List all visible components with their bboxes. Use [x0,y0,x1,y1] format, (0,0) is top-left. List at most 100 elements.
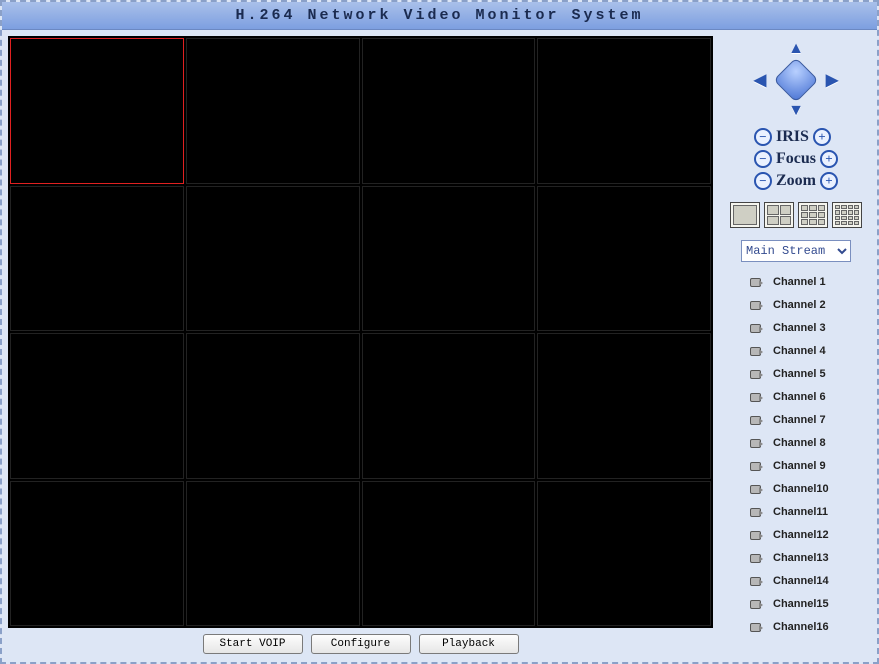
camera-icon [749,275,763,289]
camera-icon [749,344,763,358]
channel-label: Channel16 [773,621,829,633]
zoom-control: −Zoom+ [754,170,838,192]
video-cell[interactable] [362,481,536,627]
zoom-minus-button[interactable]: − [754,172,772,190]
layout-1-button[interactable] [730,202,760,228]
channel-label: Channel 2 [773,299,826,311]
channel-item[interactable]: Channel 8 [749,433,871,452]
channel-item[interactable]: Channel 5 [749,364,871,383]
channel-item[interactable]: Channel 2 [749,295,871,314]
video-cell[interactable] [362,186,536,332]
zoom-plus-button[interactable]: + [820,172,838,190]
iris-minus-button[interactable]: − [754,128,772,146]
camera-icon [749,597,763,611]
layout-4-button[interactable] [764,202,794,228]
layout-buttons [730,202,862,228]
ptz-center-button[interactable] [773,57,818,102]
channel-item[interactable]: Channel 4 [749,341,871,360]
camera-icon [749,390,763,404]
channel-label: Channel 5 [773,368,826,380]
focus-minus-button[interactable]: − [754,150,772,168]
app-body: Start VOIP Configure Playback ▲ ▼ ◀ ▶ −I… [2,30,877,662]
channel-item[interactable]: Channel13 [749,548,871,567]
camera-icon [749,574,763,588]
channel-label: Channel12 [773,529,829,541]
channel-item[interactable]: Channel 6 [749,387,871,406]
camera-icon [749,436,763,450]
iris-control: −IRIS+ [754,126,838,148]
channel-label: Channel 4 [773,345,826,357]
channel-label: Channel13 [773,552,829,564]
channel-label: Channel11 [773,506,828,518]
video-cell[interactable] [537,38,711,184]
camera-icon [749,367,763,381]
channel-list: Channel 1 Channel 2 Channel 3 Channel 4 Chan… [721,272,871,636]
side-panel: ▲ ▼ ◀ ▶ −IRIS+−Focus+−Zoom+ Main Stream … [721,36,871,656]
channel-item[interactable]: Channel 9 [749,456,871,475]
iris-label: IRIS [776,128,809,146]
channel-item[interactable]: Channel15 [749,594,871,613]
channel-item[interactable]: Channel11 [749,502,871,521]
channel-item[interactable]: Channel16 [749,617,871,636]
playback-button[interactable]: Playback [419,634,519,654]
focus-label: Focus [776,150,816,168]
channel-label: Channel 7 [773,414,826,426]
video-cell[interactable] [537,333,711,479]
video-grid [8,36,713,628]
channel-label: Channel15 [773,598,829,610]
title-bar: H.264 Network Video Monitor System [2,2,877,30]
channel-item[interactable]: Channel10 [749,479,871,498]
video-cell[interactable] [186,333,360,479]
ptz-up-icon[interactable]: ▲ [787,40,805,58]
camera-icon [749,620,763,634]
ptz-pad: ▲ ▼ ◀ ▶ [751,40,841,120]
video-cell[interactable] [537,186,711,332]
app-window: H.264 Network Video Monitor System Start… [0,0,879,664]
ptz-right-icon[interactable]: ▶ [823,71,841,89]
channel-label: Channel10 [773,483,829,495]
video-cell[interactable] [10,186,184,332]
camera-icon [749,298,763,312]
stream-select[interactable]: Main Stream [741,240,851,262]
ptz-left-icon[interactable]: ◀ [751,71,769,89]
video-cell[interactable] [10,481,184,627]
camera-icon [749,413,763,427]
camera-icon [749,482,763,496]
video-cell[interactable] [362,38,536,184]
video-cell[interactable] [362,333,536,479]
start-voip-button[interactable]: Start VOIP [203,634,303,654]
layout-9-button[interactable] [798,202,828,228]
configure-button[interactable]: Configure [311,634,411,654]
camera-icon [749,321,763,335]
camera-icon [749,459,763,473]
video-cell[interactable] [537,481,711,627]
channel-label: Channel 3 [773,322,826,334]
layout-16-button[interactable] [832,202,862,228]
video-cell[interactable] [186,186,360,332]
video-cell[interactable] [10,333,184,479]
ptz-down-icon[interactable]: ▼ [787,102,805,120]
ptz-lens-controls: −IRIS+−Focus+−Zoom+ [754,126,838,192]
channel-label: Channel14 [773,575,829,587]
focus-plus-button[interactable]: + [820,150,838,168]
camera-icon [749,505,763,519]
channel-item[interactable]: Channel 1 [749,272,871,291]
zoom-label: Zoom [776,172,816,190]
video-cell[interactable] [186,38,360,184]
channel-item[interactable]: Channel 3 [749,318,871,337]
channel-label: Channel 1 [773,276,826,288]
iris-plus-button[interactable]: + [813,128,831,146]
focus-control: −Focus+ [754,148,838,170]
channel-item[interactable]: Channel 7 [749,410,871,429]
channel-label: Channel 9 [773,460,826,472]
channel-label: Channel 8 [773,437,826,449]
video-cell[interactable] [10,38,184,184]
app-title: H.264 Network Video Monitor System [235,7,643,24]
video-area: Start VOIP Configure Playback [8,36,713,656]
camera-icon [749,551,763,565]
channel-item[interactable]: Channel12 [749,525,871,544]
camera-icon [749,528,763,542]
channel-item[interactable]: Channel14 [749,571,871,590]
bottom-button-bar: Start VOIP Configure Playback [8,632,713,656]
video-cell[interactable] [186,481,360,627]
